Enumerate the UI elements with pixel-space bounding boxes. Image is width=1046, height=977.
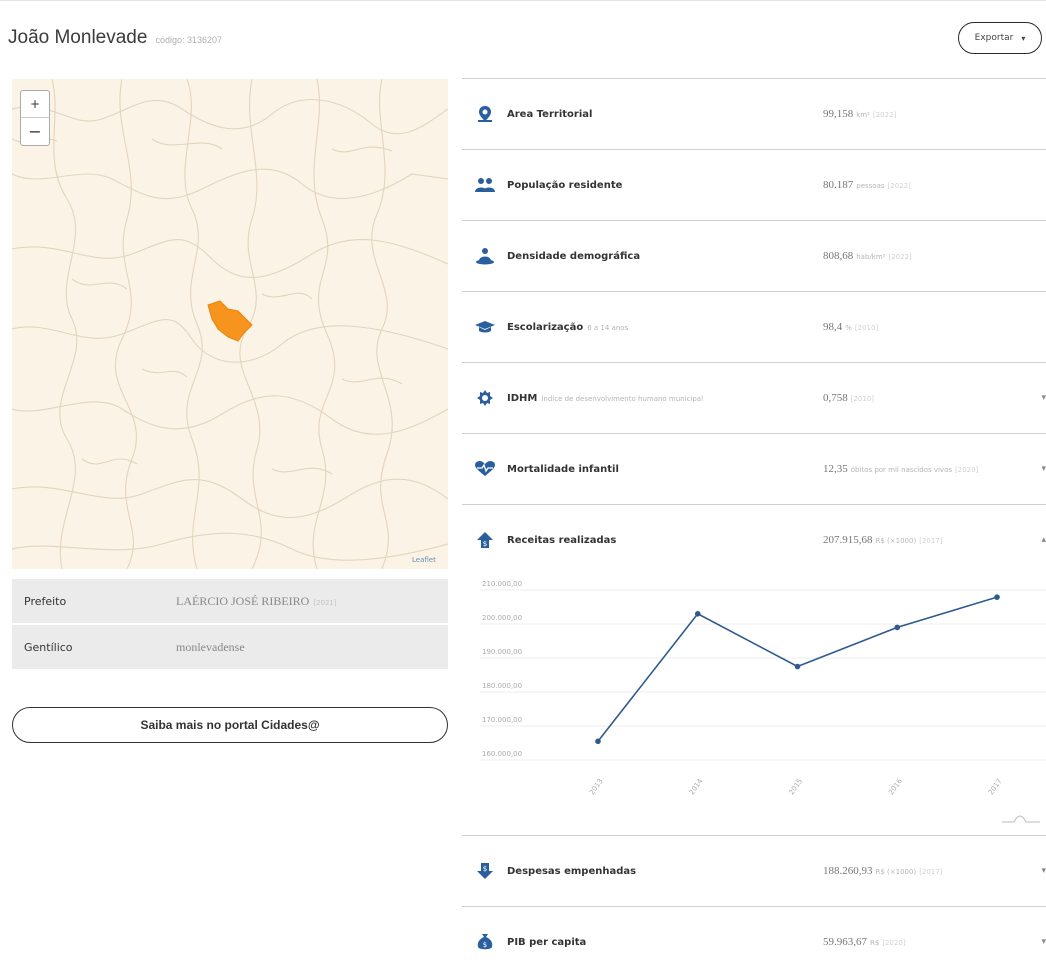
- indicator-label: PIB per capita: [507, 936, 587, 948]
- city-code: código: 3136207: [155, 35, 222, 45]
- indicator-area[interactable]: Área Territorial 99,158 km² [2022]: [462, 78, 1046, 149]
- chevron-down-icon[interactable]: ▾: [1041, 464, 1046, 474]
- y-tick-label: 190.000,00: [482, 648, 522, 656]
- city-name: João Monlevade: [8, 27, 148, 48]
- graduation-cap-icon: [475, 319, 495, 335]
- revenue-chart: 160.000,00 170.000,00 180.000,00 190.000,00…: [462, 568, 1046, 834]
- data-point: [694, 611, 701, 617]
- indicator-list: Área Territorial 99,158 km² [2022] Populaç…: [462, 78, 1046, 575]
- indicator-schooling[interactable]: Escolarização 6 a 14 anos 98,4% [2010]: [462, 291, 1046, 362]
- heartbeat-icon: [475, 461, 495, 477]
- indicator-note: Índice de desenvolvimento humano municip…: [541, 394, 704, 403]
- indicator-gdp-per-capita[interactable]: $ PIB per capita 59.963,67 R$ [2020] ▾: [462, 906, 1046, 977]
- indicator-label: Densidade demográfica: [507, 250, 641, 262]
- x-tick-label: 2014: [688, 777, 705, 797]
- svg-text:$: $: [483, 540, 487, 548]
- top-border: [0, 0, 1046, 7]
- indicator-label: Área Territorial: [507, 108, 593, 120]
- indicator-label: Receitas realizadas: [507, 534, 617, 546]
- data-point: [794, 663, 801, 670]
- revenue-icon: $: [475, 531, 495, 549]
- indicator-value: 98,4% [2010]: [823, 321, 879, 333]
- municipality-highlight: [207, 300, 253, 342]
- indicator-value: 808,68 hab/km² [2022]: [823, 250, 912, 262]
- chart-svg: 160.000,00 170.000,00 180.000,00 190.000,00…: [480, 580, 1046, 823]
- map-borders: [12, 79, 448, 569]
- chevron-down-icon[interactable]: ▾: [1041, 937, 1046, 947]
- chevron-down-icon[interactable]: ▾: [1041, 866, 1046, 876]
- indicator-list-bottom: $ Despesas empenhadas 188.260,93 R$ (×100…: [462, 835, 1046, 977]
- data-point: [595, 738, 601, 745]
- indicator-revenue[interactable]: $ Receitas realizadas 207.915,68 R$ (×100…: [462, 504, 1046, 575]
- info-row-mayor: Prefeito LAÉRCIO JOSÉ RIBEIRO [2021]: [12, 579, 448, 625]
- chevron-up-icon[interactable]: ▴: [1041, 535, 1046, 545]
- indicator-expenses[interactable]: $ Despesas empenhadas 188.260,93 R$ (×100…: [462, 835, 1046, 906]
- export-label: Exportar: [974, 33, 1014, 43]
- zoom-in-button[interactable]: +: [21, 91, 49, 118]
- info-value: LAÉRCIO JOSÉ RIBEIRO [2021]: [176, 593, 337, 608]
- y-tick-label: 160.000,00: [482, 750, 522, 758]
- x-tick-label: 2017: [987, 777, 1004, 796]
- info-row-gentilic: Gentílico monlevadense: [12, 625, 448, 671]
- data-point: [994, 594, 1000, 600]
- map-zoom-control: + −: [20, 90, 50, 146]
- chart-scale-icon: [1002, 815, 1040, 823]
- info-key: Prefeito: [24, 594, 67, 608]
- people-icon: [475, 177, 495, 193]
- export-button[interactable]: Exportar ▾: [958, 22, 1042, 54]
- indicator-value: 0,758 [2010]: [823, 392, 875, 404]
- y-tick-label: 200.000,00: [482, 614, 522, 622]
- indicator-population[interactable]: População residente 80.187 pessoas [2022]: [462, 149, 1046, 220]
- indicator-label: Despesas empenhadas: [507, 865, 637, 877]
- map-attribution[interactable]: Leaflet: [412, 556, 436, 564]
- y-tick-label: 180.000,00: [482, 682, 522, 690]
- x-tick-label: 2013: [588, 777, 605, 796]
- indicator-idhm[interactable]: IDHM Índice de desenvolvimento humano mun…: [462, 362, 1046, 433]
- info-key: Gentílico: [24, 640, 73, 654]
- mayor-info-table: Prefeito LAÉRCIO JOSÉ RIBEIRO [2021] Gent…: [12, 579, 448, 671]
- zoom-out-button[interactable]: −: [21, 118, 49, 144]
- info-year: [2021]: [313, 598, 337, 607]
- indicator-value: 12,35 óbitos por mil nascidos vivos [2020]: [823, 463, 979, 475]
- chevron-down-icon[interactable]: ▾: [1041, 393, 1046, 403]
- indicator-note: 6 a 14 anos: [587, 323, 629, 332]
- x-tick-label: 2015: [787, 777, 804, 796]
- svg-text:$: $: [483, 941, 487, 949]
- indicator-value: 188.260,93 R$ (×1000) [2017]: [823, 865, 943, 877]
- expense-icon: $: [475, 862, 495, 880]
- indicator-infant-mortality[interactable]: Mortalidade infantil 12,35 óbitos por mil…: [462, 433, 1046, 504]
- svg-text:$: $: [483, 865, 487, 873]
- indicator-value: 207.915,68 R$ (×1000) [2017]: [823, 534, 943, 546]
- x-tick-label: 2016: [887, 777, 904, 797]
- map-pin-icon: [475, 105, 495, 123]
- indicator-label: População residente: [507, 179, 623, 191]
- y-tick-label: 210.000,00: [482, 580, 522, 588]
- indicator-value: 99,158 km² [2022]: [823, 108, 897, 120]
- indicator-label: Mortalidade infantil: [507, 463, 619, 475]
- municipality-map[interactable]: [12, 79, 448, 569]
- indicator-density[interactable]: Densidade demográfica 808,68 hab/km² [2022…: [462, 220, 1046, 291]
- data-point: [894, 624, 901, 631]
- indicator-value: 80.187 pessoas [2022]: [823, 179, 911, 191]
- money-bag-icon: $: [475, 933, 495, 951]
- indicator-label: Escolarização 6 a 14 anos: [507, 321, 629, 333]
- caret-down-icon: ▾: [1021, 33, 1026, 43]
- density-icon: [475, 247, 495, 265]
- idhm-icon: [475, 389, 495, 407]
- indicator-value: 59.963,67 R$ [2020]: [823, 936, 906, 948]
- portal-cidades-button[interactable]: Saiba mais no portal Cidades@: [12, 707, 448, 743]
- page-title: João Monlevade código: 3136207: [8, 27, 222, 49]
- info-value: monlevadense: [176, 639, 245, 654]
- indicator-label: IDHM Índice de desenvolvimento humano mun…: [507, 392, 704, 404]
- y-tick-label: 170.000,00: [482, 716, 522, 724]
